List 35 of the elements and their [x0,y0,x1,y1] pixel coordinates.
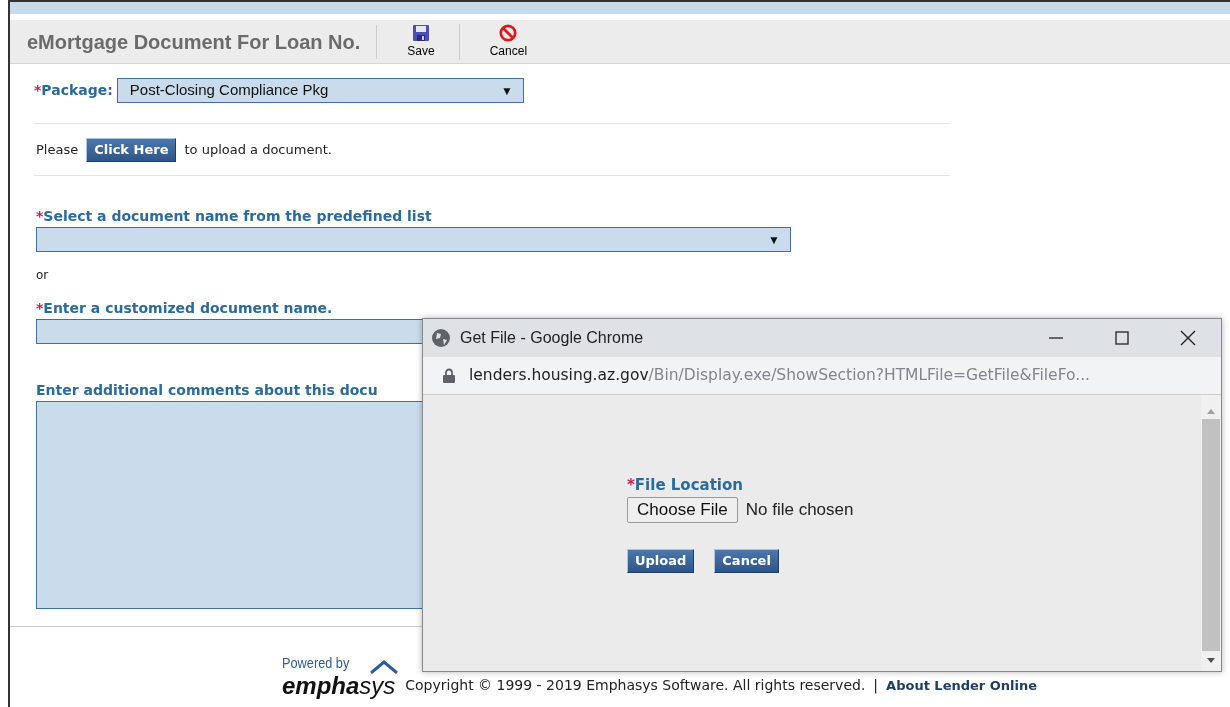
document-name-select[interactable]: ▼ [36,227,791,252]
logo-text: emphasys [282,674,397,698]
save-icon [412,23,430,42]
dialog-button[interactable]: Cancel [714,548,779,573]
window-title: Get File - Google Chrome [460,328,645,348]
prompt-text: to upload a document. [184,141,332,160]
field-label: *Select a document name from the predefined list [36,207,433,226]
scroll-down-icon[interactable] [1206,657,1216,665]
field-label: *Enter a customized document name. [36,299,334,318]
globe-icon [431,328,451,348]
page-title: eMortgage Document For Loan No. [10,24,378,59]
prompt-text: Please [36,141,79,160]
toolbar-button[interactable]: Cancel [458,23,552,60]
field-label: *Package: [34,81,113,100]
field-label: *File Location [627,475,744,496]
dialog-button[interactable]: Upload [627,548,695,573]
scroll-up-icon[interactable] [1206,407,1216,415]
field-label: Enter additional comments about this docu [36,381,378,400]
url-text: lenders.housing.az.gov/Bin/Display.exe/ShowSection?HTMLFile=GetFile&FileFo... [469,364,1090,386]
copyright-text: Copyright © 1999 - 2019 Emphasys Software. All rights reserved. [405,676,866,695]
file-status-text: No file chosen [745,498,854,521]
powered-by-text: Powered by [282,652,350,673]
lock-icon [443,368,455,383]
caret-logo-icon [369,660,400,674]
scrollbar[interactable] [1201,395,1221,671]
toolbar-button[interactable]: Save [377,23,459,60]
choose-file-button[interactable]: Choose File [627,496,738,523]
click-here-button[interactable]: Click Here [86,138,177,162]
separator-text: | [873,676,879,696]
package-select[interactable]: Post-Closing Compliance Pkg ▼ [116,78,524,103]
about-link[interactable]: About Lender Online [886,675,1038,696]
cancel-icon [498,23,519,42]
close-icon [1180,330,1196,346]
or-text: or [36,267,49,284]
maximize-icon [1115,331,1129,345]
